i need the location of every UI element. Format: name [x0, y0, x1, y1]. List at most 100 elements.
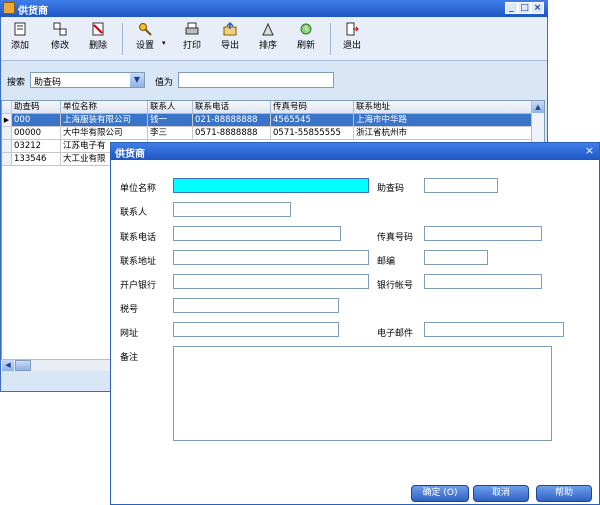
- toolbar: 添加 修改 删除 设置 ▾ 打印 导出 排序 刷新 退出: [1, 17, 547, 61]
- refresh-label: 刷新: [296, 41, 315, 51]
- email-field[interactable]: [424, 322, 564, 337]
- notes-textarea[interactable]: [173, 346, 552, 441]
- company-name-field[interactable]: [173, 178, 369, 193]
- help-code-field[interactable]: [424, 178, 498, 193]
- export-icon: [223, 22, 237, 36]
- cell: 李三: [148, 127, 193, 140]
- exit-label: 退出: [342, 41, 361, 51]
- header-phone[interactable]: 联系电话: [193, 101, 271, 114]
- grid-header-row: 助查码 单位名称 联系人 联系电话 传真号码 联系地址: [2, 101, 532, 114]
- edit-icon: [53, 22, 67, 36]
- cell: 000: [12, 114, 61, 127]
- company-name-label: 单位名称: [120, 184, 157, 194]
- contact-field[interactable]: [173, 202, 291, 217]
- postcode-label: 邮编: [377, 257, 396, 267]
- minimize-button[interactable]: _: [505, 2, 518, 14]
- export-button[interactable]: 导出: [215, 19, 245, 59]
- app-icon: [3, 2, 15, 14]
- phone-field[interactable]: [173, 226, 341, 241]
- sort-icon: [262, 22, 274, 36]
- postcode-field[interactable]: [424, 250, 488, 265]
- chevron-down-icon[interactable]: ▼: [130, 73, 144, 87]
- scroll-left-icon[interactable]: ◀: [2, 360, 14, 371]
- cell: 00000: [12, 127, 61, 140]
- print-button[interactable]: 打印: [177, 19, 207, 59]
- toolbar-separator: [122, 23, 123, 55]
- sort-label: 排序: [258, 41, 277, 51]
- export-label: 导出: [220, 41, 239, 51]
- tax-no-label: 税号: [120, 305, 139, 315]
- row-pointer-icon: ▶: [2, 114, 12, 127]
- cell: 上海市中华路: [354, 114, 532, 127]
- refresh-button[interactable]: 刷新: [291, 19, 321, 59]
- maximize-button[interactable]: □: [518, 2, 531, 14]
- supplier-dialog: 供货商 × 单位名称 助查码 联系人 联系电话 传真号码 联系地址 邮编 开户银…: [110, 142, 600, 505]
- edit-button[interactable]: 修改: [45, 19, 75, 59]
- search-field-value: 助查码: [34, 78, 62, 88]
- scroll-up-icon[interactable]: ▲: [532, 101, 544, 113]
- header-contact[interactable]: 联系人: [148, 101, 193, 114]
- search-bar: 搜索 助查码 ▼ 值为: [1, 62, 547, 98]
- search-value-input[interactable]: [178, 72, 334, 88]
- cell: 浙江省杭州市: [354, 127, 532, 140]
- exit-button[interactable]: 退出: [337, 19, 367, 59]
- add-label: 添加: [10, 41, 29, 51]
- search-field-select[interactable]: 助查码 ▼: [30, 72, 145, 88]
- chevron-down-icon[interactable]: ▾: [162, 39, 166, 47]
- close-icon[interactable]: ×: [583, 144, 596, 157]
- cell: 上海服装有限公司: [61, 114, 148, 127]
- cell: 0571-55855555: [271, 127, 354, 140]
- search-label: 搜索: [7, 78, 26, 88]
- email-label: 电子邮件: [377, 329, 414, 339]
- cell: 03212: [12, 140, 61, 153]
- website-label: 网址: [120, 329, 139, 339]
- bank-account-label: 银行帐号: [377, 281, 414, 291]
- table-row[interactable]: ▶ 000 上海服装有限公司 钱一 021-88888888 4565545 上…: [2, 114, 532, 127]
- address-field[interactable]: [173, 250, 369, 265]
- main-window-title: 供货商: [18, 6, 48, 17]
- delete-icon: [92, 22, 104, 36]
- cancel-button[interactable]: 取消: [473, 485, 529, 502]
- settings-key-icon: [139, 23, 152, 36]
- website-field[interactable]: [173, 322, 339, 337]
- close-button[interactable]: ×: [531, 2, 544, 14]
- header-company-name[interactable]: 单位名称: [61, 101, 148, 114]
- delete-label: 删除: [88, 41, 107, 51]
- print-icon: [185, 22, 199, 35]
- row-indicator: [2, 153, 12, 166]
- cell: 133546: [12, 153, 61, 166]
- edit-label: 修改: [50, 41, 69, 51]
- scroll-thumb[interactable]: [15, 360, 31, 371]
- add-button[interactable]: 添加: [5, 19, 35, 59]
- header-help-code[interactable]: 助查码: [12, 101, 61, 114]
- dialog-title-bar[interactable]: 供货商 ×: [111, 143, 599, 160]
- sort-button[interactable]: 排序: [253, 19, 283, 59]
- cell: 4565545: [271, 114, 354, 127]
- fax-label: 传真号码: [377, 233, 414, 243]
- notes-label: 备注: [120, 353, 139, 363]
- exit-icon: [346, 22, 359, 36]
- delete-button[interactable]: 删除: [83, 19, 113, 59]
- header-fax[interactable]: 传真号码: [271, 101, 354, 114]
- table-row[interactable]: 00000 大中华有限公司 李三 0571-8888888 0571-55855…: [2, 127, 532, 140]
- toolbar-separator: [330, 23, 331, 55]
- help-button[interactable]: 帮助: [536, 485, 592, 502]
- fax-field[interactable]: [424, 226, 542, 241]
- settings-button[interactable]: 设置: [129, 19, 161, 59]
- row-indicator: [2, 127, 12, 140]
- main-title-bar[interactable]: 供货商 _ □ ×: [0, 0, 548, 17]
- contact-label: 联系人: [120, 208, 148, 218]
- value-label: 值为: [155, 78, 174, 88]
- ok-button[interactable]: 确定 (O): [411, 485, 469, 502]
- add-icon: [14, 22, 26, 36]
- bank-field[interactable]: [173, 274, 369, 289]
- phone-label: 联系电话: [120, 233, 157, 243]
- bank-account-field[interactable]: [424, 274, 542, 289]
- tax-no-field[interactable]: [173, 298, 339, 313]
- desktop-strip: [548, 0, 600, 44]
- address-label: 联系地址: [120, 257, 157, 267]
- help-code-label: 助查码: [377, 184, 405, 194]
- header-address[interactable]: 联系地址: [354, 101, 532, 114]
- cell: 大中华有限公司: [61, 127, 148, 140]
- dialog-title: 供货商: [115, 149, 145, 160]
